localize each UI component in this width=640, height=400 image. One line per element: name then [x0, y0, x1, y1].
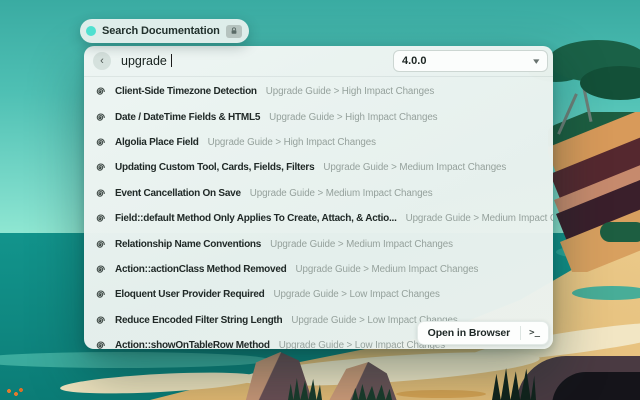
result-breadcrumb: Upgrade Guide > Medium Impact Changes: [250, 188, 433, 199]
spiral-icon: [94, 161, 107, 174]
result-breadcrumb: Upgrade Guide > High Impact Changes: [266, 86, 434, 97]
search-query-text: upgrade: [121, 54, 167, 68]
result-title: Action::actionClass Method Removed: [115, 264, 287, 275]
result-title: Eloquent User Provider Required: [115, 289, 265, 300]
result-title: Field::default Method Only Applies To Cr…: [115, 213, 397, 224]
result-row[interactable]: Event Cancellation On Save Upgrade Guide …: [84, 181, 553, 206]
result-title: Action::showOnTableRow Method: [115, 340, 270, 349]
result-row[interactable]: Action::actionClass Method Removed Upgrad…: [84, 257, 553, 282]
search-header: ‹ upgrade 4.0.0 ▾: [84, 46, 553, 77]
result-row[interactable]: Date / DateTime Fields & HTML5 Upgrade Gu…: [84, 104, 553, 129]
wallpaper-bush: [600, 222, 640, 242]
back-button[interactable]: ‹: [93, 52, 111, 70]
result-title: Client-Side Timezone Detection: [115, 86, 257, 97]
result-breadcrumb: Upgrade Guide > High Impact Changes: [208, 137, 376, 148]
result-breadcrumb: Upgrade Guide > Low Impact Changes: [274, 289, 440, 300]
search-input[interactable]: upgrade: [121, 54, 172, 68]
open-in-browser-label: Open in Browser: [418, 327, 521, 339]
wallpaper-rock-shadow: [396, 390, 486, 398]
app-status-dot: [86, 26, 96, 36]
spiral-icon: [94, 263, 107, 276]
version-dropdown[interactable]: 4.0.0 ▾: [393, 50, 548, 72]
text-caret: [171, 54, 173, 67]
desktop: Search Documentation ‹ upgrade 4.0.0 ▾ C…: [0, 0, 640, 400]
lock-icon: [226, 25, 242, 38]
result-title: Reduce Encoded Filter String Length: [115, 315, 282, 326]
spiral-icon: [94, 339, 107, 349]
result-title: Event Cancellation On Save: [115, 188, 241, 199]
open-in-browser-button[interactable]: Open in Browser >_: [417, 321, 549, 345]
result-title: Algolia Place Field: [115, 137, 199, 148]
spiral-icon: [94, 288, 107, 301]
result-breadcrumb: Upgrade Guide > Medium Impact Changes: [296, 264, 479, 275]
result-row[interactable]: Client-Side Timezone Detection Upgrade Gu…: [84, 79, 553, 104]
version-value: 4.0.0: [402, 55, 426, 67]
result-breadcrumb: Upgrade Guide > Medium Impact Changes: [323, 162, 506, 173]
result-row[interactable]: Relationship Name Conventions Upgrade Gui…: [84, 231, 553, 256]
wallpaper-cliff: [548, 112, 640, 272]
spiral-icon: [94, 111, 107, 124]
result-row[interactable]: Field::default Method Only Applies To Cr…: [84, 206, 553, 231]
result-breadcrumb: Upgrade Guide > High Impact Changes: [269, 112, 437, 123]
spiral-icon: [94, 314, 107, 327]
chevron-down-icon: ▾: [534, 56, 540, 67]
spiral-icon: [94, 136, 107, 149]
terminal-icon[interactable]: >_: [521, 328, 548, 338]
launcher-pill[interactable]: Search Documentation: [80, 19, 249, 43]
result-title: Date / DateTime Fields & HTML5: [115, 112, 260, 123]
wallpaper-flowers: [6, 388, 24, 398]
spiral-icon: [94, 238, 107, 251]
results-list: Client-Side Timezone Detection Upgrade Gu…: [84, 79, 553, 349]
spiral-icon: [94, 85, 107, 98]
result-breadcrumb: Upgrade Guide > Medium Impact Changes: [406, 213, 553, 224]
launcher-title: Search Documentation: [102, 25, 220, 37]
spiral-icon: [94, 187, 107, 200]
result-row[interactable]: Algolia Place Field Upgrade Guide > High …: [84, 130, 553, 155]
result-row[interactable]: Eloquent User Provider Required Upgrade G…: [84, 282, 553, 307]
search-window: ‹ upgrade 4.0.0 ▾ Client-Side Timezone D…: [84, 46, 553, 349]
chevron-left-icon: ‹: [100, 56, 104, 67]
result-row[interactable]: Updating Custom Tool, Cards, Fields, Fil…: [84, 155, 553, 180]
result-title: Relationship Name Conventions: [115, 239, 261, 250]
spiral-icon: [94, 212, 107, 225]
result-breadcrumb: Upgrade Guide > Medium Impact Changes: [270, 239, 453, 250]
result-title: Updating Custom Tool, Cards, Fields, Fil…: [115, 162, 314, 173]
